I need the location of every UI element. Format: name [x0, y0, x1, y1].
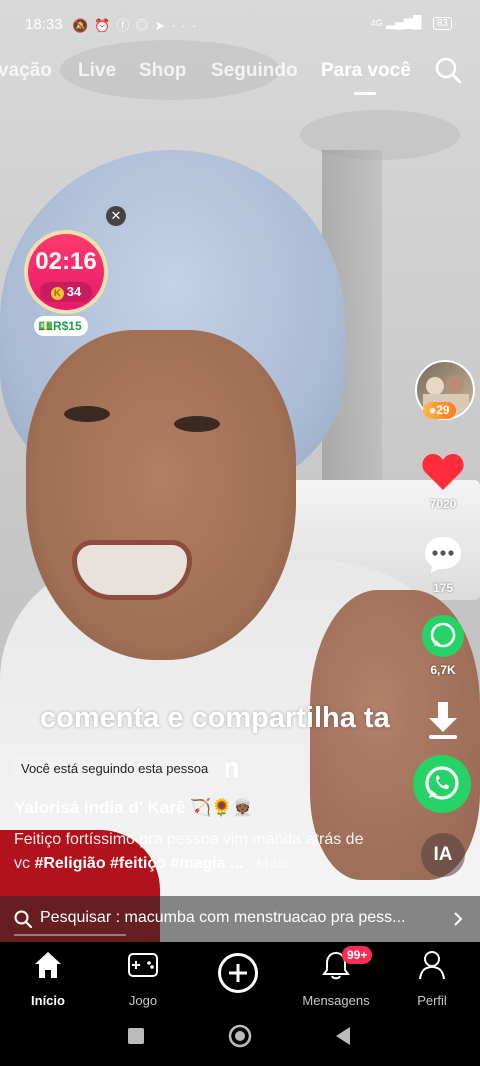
- tab-ativacao[interactable]: vação: [0, 60, 52, 82]
- nav-label: Perfil: [417, 993, 447, 1008]
- ai-button[interactable]: IA: [421, 833, 465, 877]
- mute-icon: 🔕: [72, 18, 95, 33]
- hashtags[interactable]: #Religião #feitiço #magia ...: [34, 855, 243, 872]
- author-name[interactable]: Yalorisá índia d' Karê 🏹🌻👳🏾: [14, 798, 254, 818]
- tab-para-voce[interactable]: Para você: [321, 60, 411, 82]
- close-timer-button[interactable]: ✕: [106, 206, 126, 226]
- profile-icon: [419, 951, 445, 980]
- search-suggestion-bar[interactable]: Pesquisar : macumba com menstruacao pra …: [0, 896, 480, 942]
- top-tabs: vação Live Shop Seguindo Para você: [0, 56, 480, 96]
- battery-level: 83: [436, 18, 448, 29]
- like-button[interactable]: 7020: [413, 452, 473, 511]
- messages-badge: 99+: [342, 946, 373, 964]
- active-tab-indicator: [354, 92, 376, 95]
- nav-label: Início: [31, 993, 65, 1008]
- search-icon: [14, 910, 32, 928]
- tab-shop[interactable]: Shop: [139, 60, 187, 82]
- like-count: 7020: [429, 497, 457, 511]
- whatsapp-icon: [422, 615, 464, 657]
- nav-label: Jogo: [128, 993, 158, 1008]
- coin-count: 34: [66, 284, 82, 299]
- more-icon: ···: [171, 18, 203, 33]
- live-viewer-count: ●29: [423, 402, 456, 419]
- gamepad-icon: [128, 953, 158, 977]
- telegram-icon: ➤: [154, 18, 172, 33]
- network-label: 4G: [370, 18, 383, 28]
- recent-apps-icon[interactable]: [126, 1026, 146, 1046]
- instagram-icon: ◎: [135, 18, 155, 33]
- tab-seguindo[interactable]: Seguindo: [211, 60, 298, 82]
- status-bar: 18:33 🔕⏰ⓕ◎➤··· 4G ▂▄▆█ 83: [0, 0, 480, 50]
- nav-label: Mensagens: [302, 993, 370, 1008]
- download-button[interactable]: [413, 698, 473, 747]
- screen: 18:33 🔕⏰ⓕ◎➤··· 4G ▂▄▆█ 83 vação Live Sho…: [0, 0, 480, 1066]
- back-icon[interactable]: [334, 1025, 352, 1047]
- tab-live[interactable]: Live: [78, 60, 116, 82]
- coin-icon: K: [50, 287, 64, 300]
- home-icon: [35, 952, 61, 978]
- plus-icon: [229, 964, 247, 982]
- status-right: 4G ▂▄▆█ 83: [371, 15, 452, 30]
- money-icon: 💵: [38, 319, 53, 333]
- search-icon[interactable]: [434, 56, 462, 84]
- timer-inner: 02:16 K 34: [28, 234, 104, 310]
- bottom-nav: Início Jogo Mensagens Perfil: [0, 942, 480, 1008]
- following-toast: Você está seguindo esta pessoa: [14, 755, 226, 783]
- reward-timer[interactable]: 02:16 K 34: [24, 230, 108, 314]
- nav-perfil[interactable]: Perfil: [392, 950, 472, 1008]
- progress-indicator: [14, 934, 126, 936]
- home-system-icon[interactable]: [228, 1024, 252, 1048]
- nav-jogo[interactable]: Jogo: [103, 950, 183, 1008]
- timer-coins: K 34: [40, 282, 92, 302]
- timer-time: 02:16: [35, 248, 97, 275]
- more-link[interactable]: Mais: [256, 855, 290, 872]
- signal-icon: ▂▄▆█: [386, 15, 422, 29]
- nav-inicio[interactable]: Início: [8, 950, 88, 1008]
- video-caption-line1: comenta e compartilha ta: [40, 702, 390, 734]
- whatsapp-icon: [413, 755, 471, 813]
- search-suggestion-text: Pesquisar : macumba com menstruacao pra …: [40, 909, 406, 926]
- status-time: 18:33: [25, 16, 63, 33]
- heart-icon: [422, 454, 464, 490]
- reward-amount: R$15: [52, 319, 82, 333]
- system-nav-bar: [0, 1008, 480, 1066]
- download-icon: [429, 702, 457, 739]
- person-face: [26, 330, 296, 660]
- create-button[interactable]: [218, 953, 258, 993]
- chevron-right-icon: [454, 912, 463, 926]
- comment-icon: [425, 537, 461, 573]
- eye: [64, 406, 110, 422]
- eye: [174, 416, 220, 432]
- live-viewers: 29: [436, 403, 450, 417]
- comment-button[interactable]: 175: [413, 534, 473, 595]
- person-mouth: [72, 540, 192, 600]
- comment-count: 175: [432, 581, 454, 595]
- share-whatsapp-button[interactable]: 6,7K: [413, 614, 473, 677]
- alarm-icon: ⏰: [94, 18, 117, 33]
- post-description[interactable]: Feitiço fortíssimo pra pessoa vim manda …: [14, 828, 374, 876]
- battery-icon: 83: [432, 17, 452, 30]
- notification-icons: 🔕⏰ⓕ◎➤···: [72, 15, 202, 34]
- whatsapp-float-button[interactable]: [412, 754, 472, 819]
- facebook-icon: ⓕ: [116, 18, 136, 33]
- reward-badge[interactable]: 💵R$15: [34, 316, 88, 336]
- share-count: 6,7K: [430, 663, 456, 677]
